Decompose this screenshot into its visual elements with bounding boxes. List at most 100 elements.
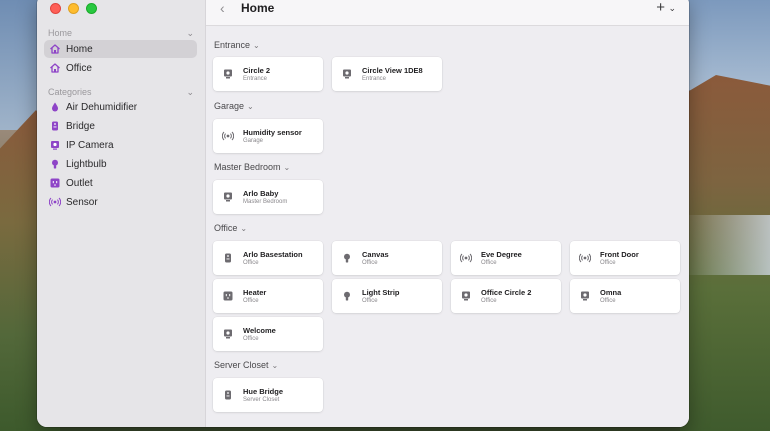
sidebar-item-label: IP Camera bbox=[66, 139, 114, 151]
sidebar-item-outlet[interactable]: Outlet bbox=[44, 174, 197, 192]
sidebar-item-label: Sensor bbox=[66, 196, 98, 208]
chevron-down-icon: ⌄ bbox=[253, 41, 260, 50]
home-app-window: Home ⌄ Home Office Categories ⌄ Air Dehu… bbox=[37, 0, 689, 427]
sidebar-item-lightbulb[interactable]: Lightbulb bbox=[44, 155, 197, 173]
main-content: ‹ Home + ⌄ Entrance ⌄ Circle 2 Entrance C… bbox=[206, 0, 689, 427]
desktop-wallpaper-mist bbox=[680, 215, 770, 275]
bridge-icon bbox=[49, 120, 61, 132]
group-label: Server Closet bbox=[214, 360, 269, 370]
group-label: Office bbox=[214, 223, 238, 233]
sidebar: Home ⌄ Home Office Categories ⌄ Air Dehu… bbox=[37, 0, 206, 427]
tile-name: Heater bbox=[243, 288, 267, 297]
outlet-icon bbox=[49, 177, 61, 189]
sidebar-item-sensor[interactable]: Sensor bbox=[44, 193, 197, 211]
close-window-button[interactable] bbox=[50, 3, 61, 14]
camera-icon bbox=[49, 139, 61, 151]
accessory-tile[interactable]: Circle 2 Entrance bbox=[213, 57, 323, 91]
sensor-icon bbox=[49, 196, 61, 208]
sidebar-section-categories-label: Categories bbox=[48, 87, 92, 97]
sidebar-item-bridge[interactable]: Bridge bbox=[44, 117, 197, 135]
tile-name: Arlo Basestation bbox=[243, 250, 303, 259]
tile-room: Office bbox=[600, 260, 616, 266]
sidebar-item-ip-camera[interactable]: IP Camera bbox=[44, 136, 197, 154]
camera-icon bbox=[341, 68, 353, 80]
lightbulb-icon bbox=[341, 290, 353, 302]
tile-room: Office bbox=[600, 298, 616, 304]
group-label: Master Bedroom bbox=[214, 162, 281, 172]
sidebar-item-label: Office bbox=[66, 62, 92, 74]
tile-name: Omna bbox=[600, 288, 622, 297]
sidebar-section-home-label: Home bbox=[48, 28, 73, 38]
camera-icon bbox=[579, 290, 591, 302]
accessory-tile[interactable]: Arlo Basestation Office bbox=[213, 241, 323, 275]
tile-room: Office bbox=[362, 298, 378, 304]
lightbulb-icon bbox=[341, 252, 353, 264]
page-title: Home bbox=[241, 1, 275, 15]
group-label: Entrance bbox=[214, 40, 251, 50]
sidebar-item-air-dehumidifier[interactable]: Air Dehumidifier bbox=[44, 98, 197, 116]
sidebar-section-home[interactable]: Home ⌄ bbox=[48, 28, 194, 39]
group-label: Garage bbox=[214, 101, 245, 111]
sensor-icon bbox=[460, 252, 472, 264]
camera-icon bbox=[460, 290, 472, 302]
group-header-master-bedroom[interactable]: Master Bedroom ⌄ bbox=[214, 162, 290, 172]
camera-icon bbox=[222, 191, 234, 203]
group-header-garage[interactable]: Garage ⌄ bbox=[214, 101, 254, 111]
tile-name: Circle 2 bbox=[243, 66, 271, 75]
tile-name: Humidity sensor bbox=[243, 128, 302, 137]
sidebar-item-label: Air Dehumidifier bbox=[66, 101, 138, 113]
accessory-tile[interactable]: Heater Office bbox=[213, 279, 323, 313]
toolbar: ‹ Home + ⌄ bbox=[206, 0, 689, 26]
accessory-tile[interactable]: Light Strip Office bbox=[332, 279, 442, 313]
droplet-icon bbox=[49, 101, 61, 113]
chevron-down-icon[interactable]: ⌄ bbox=[186, 28, 194, 39]
accessory-tile[interactable]: Eve Degree Office bbox=[451, 241, 561, 275]
sidebar-item-office[interactable]: Office bbox=[44, 59, 197, 77]
sidebar-section-categories[interactable]: Categories ⌄ bbox=[48, 87, 194, 98]
lightbulb-icon bbox=[49, 158, 61, 170]
sidebar-item-label: Home bbox=[66, 43, 93, 55]
zoom-window-button[interactable] bbox=[86, 3, 97, 14]
house-icon bbox=[49, 43, 61, 55]
chevron-down-icon: ⌄ bbox=[240, 224, 248, 233]
tile-room: Master Bedroom bbox=[243, 199, 288, 205]
chevron-down-icon[interactable]: ⌄ bbox=[668, 3, 676, 14]
tile-room: Office bbox=[243, 260, 259, 266]
accessory-tile[interactable]: Omna Office bbox=[570, 279, 680, 313]
group-header-entrance[interactable]: Entrance ⌄ bbox=[214, 40, 260, 50]
tile-name: Welcome bbox=[243, 326, 276, 335]
tile-name: Eve Degree bbox=[481, 250, 522, 259]
accessory-tile[interactable]: Humidity sensor Garage bbox=[213, 119, 323, 153]
chevron-down-icon: ⌄ bbox=[247, 102, 254, 111]
accessory-tile[interactable]: Welcome Office bbox=[213, 317, 323, 351]
tile-room: Server Closet bbox=[243, 397, 280, 403]
chevron-down-icon: ⌄ bbox=[283, 163, 291, 172]
minimize-window-button[interactable] bbox=[68, 3, 79, 14]
chevron-down-icon: ⌄ bbox=[271, 361, 279, 370]
window-controls bbox=[50, 3, 97, 14]
accessory-tile[interactable]: Office Circle 2 Office bbox=[451, 279, 561, 313]
tile-room: Office bbox=[362, 260, 378, 266]
tile-room: Office bbox=[481, 260, 497, 266]
desktop-wallpaper-sky-right bbox=[680, 0, 770, 90]
sensor-icon bbox=[222, 130, 234, 142]
tile-name: Hue Bridge bbox=[243, 387, 284, 396]
accessory-tile[interactable]: Hue Bridge Server Closet bbox=[213, 378, 323, 412]
add-icon[interactable]: + bbox=[656, 0, 665, 16]
outlet-icon bbox=[222, 290, 234, 302]
tile-name: Office Circle 2 bbox=[481, 288, 532, 297]
bridge-icon bbox=[222, 252, 234, 264]
back-chevron-icon[interactable]: ‹ bbox=[220, 0, 225, 16]
group-header-office[interactable]: Office ⌄ bbox=[214, 223, 247, 233]
group-header-server-closet[interactable]: Server Closet ⌄ bbox=[214, 360, 278, 370]
sidebar-item-home[interactable]: Home bbox=[44, 40, 197, 58]
tile-room: Office bbox=[243, 298, 259, 304]
accessory-tile[interactable]: Circle View 1DE8 Entrance bbox=[332, 57, 442, 91]
chevron-down-icon[interactable]: ⌄ bbox=[186, 87, 194, 98]
accessory-tile[interactable]: Front Door Office bbox=[570, 241, 680, 275]
tile-name: Light Strip bbox=[362, 288, 400, 297]
bridge-icon bbox=[222, 389, 234, 401]
sensor-icon bbox=[579, 252, 591, 264]
accessory-tile[interactable]: Arlo Baby Master Bedroom bbox=[213, 180, 323, 214]
accessory-tile[interactable]: Canvas Office bbox=[332, 241, 442, 275]
